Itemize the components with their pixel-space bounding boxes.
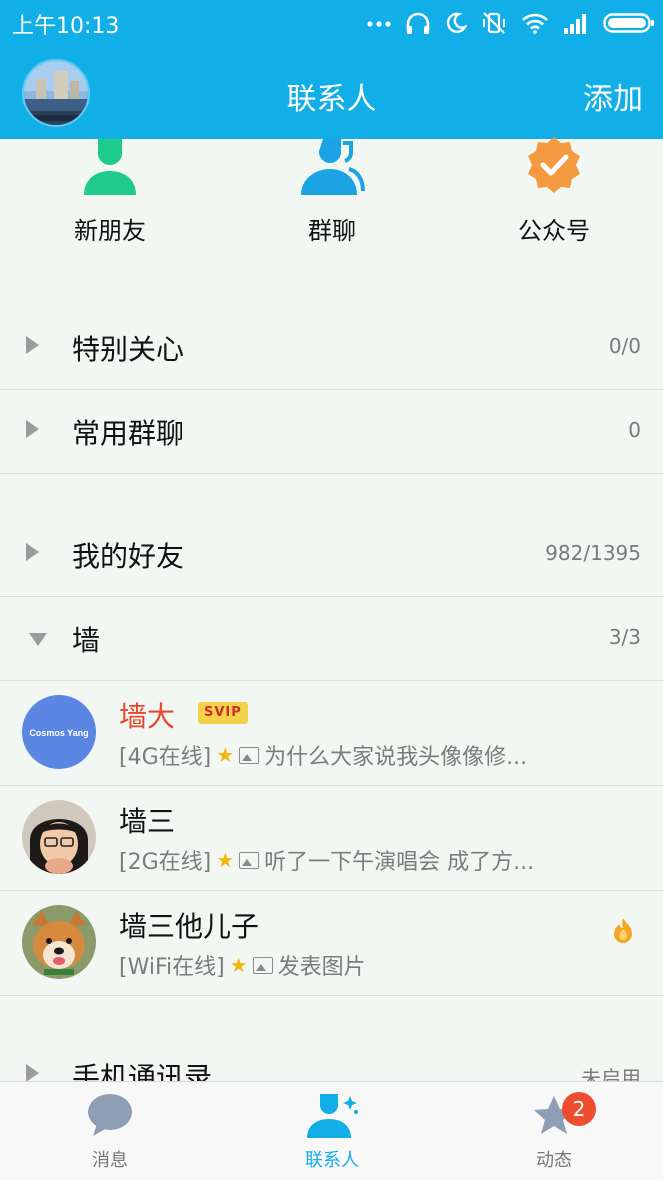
new-friend-icon <box>30 139 190 197</box>
group-wall[interactable]: 墙 3/3 <box>0 597 663 681</box>
battery-icon <box>603 13 654 33</box>
verified-badge-icon <box>474 137 634 197</box>
contact-name: 墙三他儿子 <box>119 910 260 943</box>
bottom-tab-bar: 消息 联系人 2 动态 <box>0 1081 663 1180</box>
contact-avatar[interactable] <box>22 800 96 874</box>
tab-label: 消息 <box>92 1150 128 1171</box>
status-bar: 上午10:13 <box>0 0 663 46</box>
signal-icon <box>564 14 586 34</box>
expand-arrow-icon <box>26 420 39 438</box>
group-count: 3/3 <box>608 625 641 649</box>
last-message: 听了一下午演唱会 成了方... <box>264 850 535 875</box>
contact-item[interactable]: 墙三他儿子 [WiFi在线] ★ 发表图片 <box>0 891 663 996</box>
moon-icon <box>446 12 467 33</box>
page-title: 联系人 <box>286 82 377 117</box>
flame-icon <box>614 918 632 943</box>
last-message: 发表图片 <box>277 955 366 980</box>
image-icon <box>239 851 260 869</box>
contact-avatar[interactable]: Cosmos Yang <box>22 695 96 769</box>
avatar-text: Cosmos Yang <box>29 728 88 738</box>
contact-status: [4G在线] ★ 为什么大家说我头像像修... <box>119 739 527 771</box>
network-status: [4G在线] <box>119 745 212 770</box>
vibrate-off-icon <box>483 12 505 34</box>
group-chat-label: 群聊 <box>308 217 356 245</box>
contact-name: 墙大 <box>119 700 176 733</box>
group-chat-entry[interactable]: 群聊 <box>252 139 412 246</box>
tab-feed[interactable]: 2 动态 <box>484 1092 624 1172</box>
group-count: 0/0 <box>608 334 641 358</box>
tab-label: 联系人 <box>305 1150 359 1171</box>
svip-badge: SVIP <box>198 702 248 724</box>
quick-entries: 新朋友 群聊 公众号 <box>0 137 663 270</box>
group-chat-icon <box>252 139 412 197</box>
contact-status: [WiFi在线] ★ 发表图片 <box>119 949 366 981</box>
group-name: 墙 <box>72 624 101 657</box>
contacts-person-icon <box>307 1094 358 1138</box>
expand-arrow-icon <box>26 336 39 354</box>
expand-arrow-icon <box>26 1064 39 1082</box>
group-count: 982/1395 <box>545 541 641 565</box>
collapse-arrow-icon <box>29 633 47 646</box>
notification-badge: 2 <box>562 1092 596 1126</box>
contact-name: 墙三 <box>119 805 176 838</box>
more-dots-icon <box>367 21 391 27</box>
group-special-care[interactable]: 特别关心 0/0 <box>0 306 663 390</box>
network-status: [WiFi在线] <box>119 955 225 980</box>
contact-avatar[interactable] <box>22 905 96 979</box>
group-my-friends[interactable]: 我的好友 982/1395 <box>0 513 663 597</box>
contact-item[interactable]: 墙三 [2G在线] ★ 听了一下午演唱会 成了方... <box>0 786 663 891</box>
star-icon: ★ <box>216 848 235 872</box>
image-icon <box>239 746 260 764</box>
official-accounts-label: 公众号 <box>518 217 590 245</box>
status-icons <box>367 6 655 40</box>
contact-status: [2G在线] ★ 听了一下午演唱会 成了方... <box>119 844 534 876</box>
group-count: 0 <box>628 418 641 442</box>
official-accounts-entry[interactable]: 公众号 <box>474 137 634 246</box>
chat-bubble-icon <box>88 1094 132 1136</box>
tab-contacts[interactable]: 联系人 <box>262 1092 402 1172</box>
tab-label: 动态 <box>536 1150 572 1171</box>
group-name: 我的好友 <box>72 540 185 573</box>
network-status: [2G在线] <box>119 850 212 875</box>
contact-item[interactable]: Cosmos Yang 墙大 SVIP [4G在线] ★ 为什么大家说我头像像修… <box>0 681 663 786</box>
status-time: 上午10:13 <box>12 14 120 39</box>
star-icon: ★ <box>216 743 235 767</box>
star-icon: ★ <box>229 953 248 977</box>
new-friends-entry[interactable]: 新朋友 <box>30 139 190 246</box>
tab-messages[interactable]: 消息 <box>40 1092 180 1172</box>
add-button[interactable]: 添加 <box>583 74 643 118</box>
app-header: 联系人 添加 <box>0 46 663 139</box>
new-friends-label: 新朋友 <box>74 217 146 245</box>
group-common-chats[interactable]: 常用群聊 0 <box>0 390 663 474</box>
expand-arrow-icon <box>26 543 39 561</box>
last-message: 为什么大家说我头像像修... <box>264 745 528 770</box>
wifi-icon <box>522 13 548 34</box>
group-name: 常用群聊 <box>72 417 185 450</box>
group-name: 特别关心 <box>72 333 185 366</box>
image-icon <box>252 956 273 974</box>
headphones-icon <box>406 12 430 34</box>
